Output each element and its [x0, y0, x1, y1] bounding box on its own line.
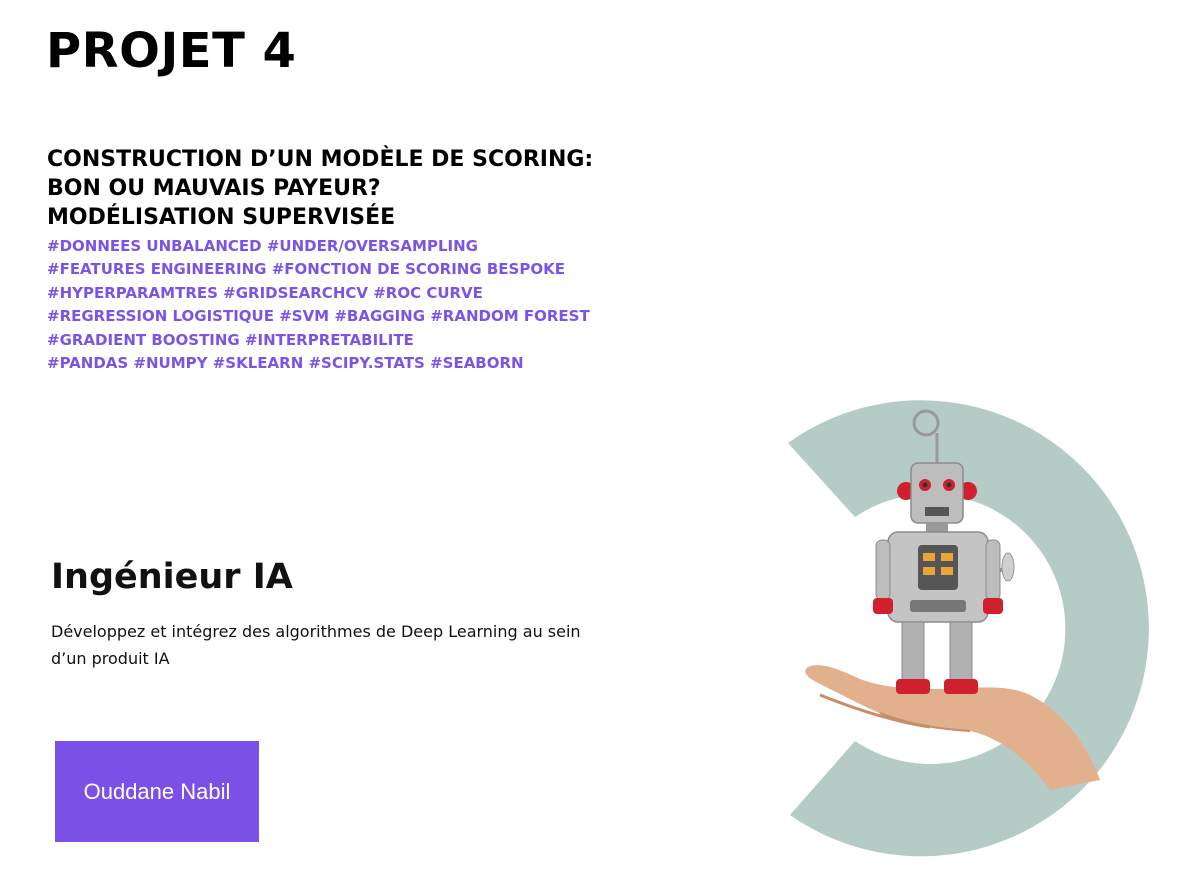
robot-on-hand-icon	[788, 400, 1149, 857]
subtitle-line: MODÉLISATION SUPERVISÉE	[47, 205, 396, 230]
role-title: Ingénieur IA	[51, 557, 293, 597]
subtitle-line: CONSTRUCTION D’UN MODÈLE DE SCORING:	[47, 147, 594, 172]
hashtag-line: #DONNEES UNBALANCED #UNDER/OVERSAMPLING	[47, 237, 478, 255]
hashtag-line: #GRADIENT BOOSTING #INTERPRETABILITE	[47, 330, 414, 349]
author-button[interactable]: Ouddane Nabil	[55, 741, 259, 842]
subtitle-line: BON OU MAUVAIS PAYEUR?	[47, 176, 381, 201]
hashtag-line: #HYPERPARAMTRES #GRIDSEARCHCV #ROC CURVE	[47, 283, 483, 302]
hashtag-list: #DONNEES UNBALANCED #UNDER/OVERSAMPLING …	[47, 235, 747, 375]
hashtag-line: #PANDAS #NUMPY #SKLEARN #SCIPY.STATS #SE…	[47, 354, 524, 373]
page-title: PROJET 4	[46, 23, 297, 79]
role-description: Développez et intégrez des algorithmes d…	[51, 622, 581, 668]
project-subtitle: CONSTRUCTION D’UN MODÈLE DE SCORING: BON…	[47, 145, 747, 232]
hashtag-line: #FEATURES ENGINEERING #FONCTION DE SCORI…	[47, 260, 565, 279]
hashtag-line: #REGRESSION LOGISTIQUE #SVM #BAGGING #RA…	[47, 307, 590, 326]
